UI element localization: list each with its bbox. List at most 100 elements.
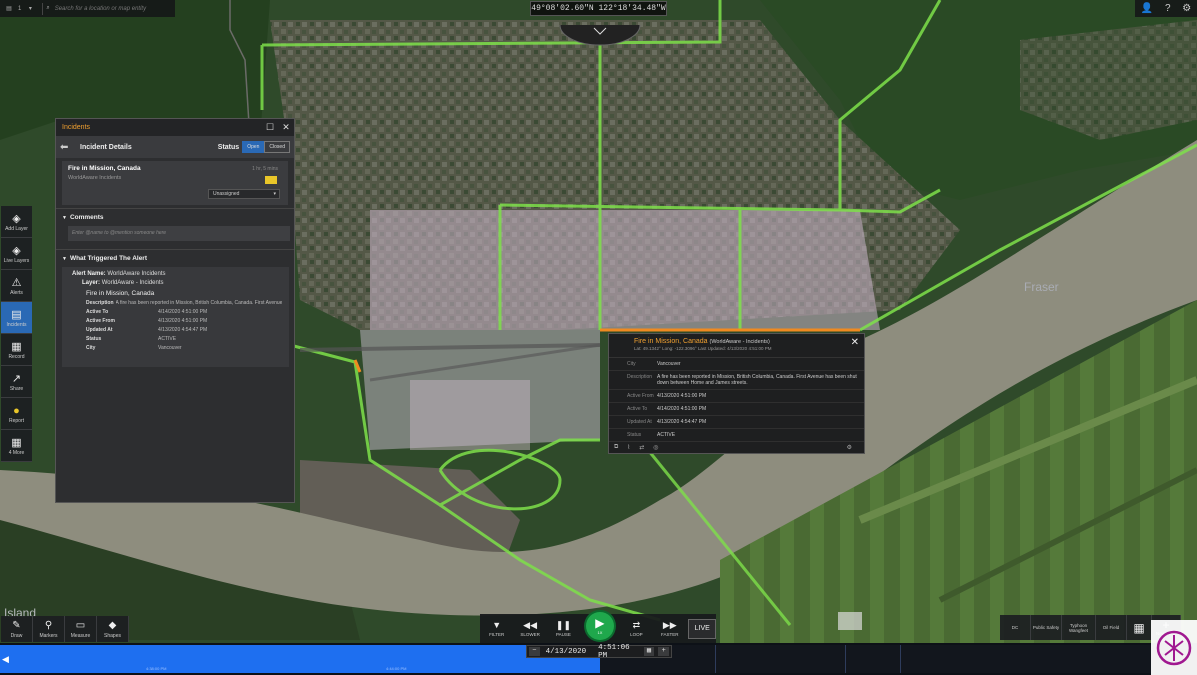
close-icon[interactable]: ✕ [851, 337, 859, 348]
alerts-button[interactable]: ⚠ Alerts [1, 270, 32, 302]
detail-row: Updated At 4/13/2020 4:54:47 PM [86, 327, 208, 333]
chevron-down-icon[interactable]: ▾ [21, 5, 39, 12]
pause-icon: ❚❚ [555, 620, 572, 630]
link-icon[interactable]: ⇄ [639, 444, 644, 451]
assignee-dropdown[interactable]: Unassigned ▾ [208, 189, 280, 199]
triggered-section-header[interactable]: ▼ What Triggered The Alert [56, 249, 294, 267]
incidents-icon: ▤ [11, 309, 22, 321]
detail-row: Active To 4/14/2020 4:51:00 PM [86, 309, 208, 315]
layers-icon[interactable]: ▤ [0, 5, 18, 12]
status-open-toggle[interactable]: Open [242, 141, 265, 153]
pause-button[interactable]: ❚❚ PAUSE [547, 615, 580, 642]
popup-attributes: City Vancouver Description A fire has been… [609, 357, 864, 442]
report-icon: ● [13, 404, 20, 417]
pencil-icon: ✎ [12, 619, 21, 631]
attach-icon[interactable]: ⌇ [627, 444, 630, 451]
coordinate-readout: 49°08'02.60"N 122°18'34.48"W [530, 1, 667, 16]
status-closed-toggle[interactable]: Closed [264, 141, 290, 153]
zoom-in-button[interactable]: + [658, 647, 669, 656]
popup-source: (WorldAware - Incidents) [709, 339, 770, 345]
search-bar: ▤ 1 ▾ ⌕ Search for a location or map ent… [0, 0, 175, 17]
priority-flag-icon[interactable] [265, 176, 277, 184]
incidents-button[interactable]: ▤ Incidents [1, 302, 32, 334]
view-oil-field[interactable]: Oil Field [1096, 615, 1127, 640]
more-grid-icon: ▦ [11, 437, 22, 449]
share-button[interactable]: ↗ Share [1, 366, 32, 398]
brand-logo [1151, 620, 1197, 675]
chevron-left-icon[interactable]: ◀ [2, 654, 9, 665]
popup-meta: Lat: 49.1342° Long: -122.3096° Last Upda… [634, 346, 772, 351]
search-input[interactable]: Search for a location or map entity [50, 6, 175, 12]
timeline-datetime: − 4/13/2020 4:51:06 PM ▦ + [526, 643, 672, 660]
alert-trigger-details: Alert Name: WorldAware Incidents Layer: … [62, 267, 289, 367]
view-dc[interactable]: DC [1000, 615, 1031, 640]
view-public-safety[interactable]: Public Safety [1031, 615, 1062, 640]
popup-title: Fire in Mission, Canada [634, 338, 708, 345]
loop-icon: ⇄ [632, 620, 641, 630]
close-icon[interactable]: ✕ [278, 122, 294, 133]
target-icon[interactable]: ◎ [653, 444, 658, 451]
popup-row: Description A fire has been reported in M… [609, 371, 864, 390]
current-time: 4:51:06 PM [598, 643, 630, 660]
filter-button[interactable]: ▼ FILTER [480, 615, 513, 642]
draw-button[interactable]: ✎ Draw [1, 616, 33, 642]
chevron-down-icon: ▾ [273, 191, 276, 197]
loop-button[interactable]: ⇄ LOOP [620, 615, 653, 642]
popup-row: City Vancouver [609, 358, 864, 371]
maximize-icon[interactable]: ☐ [262, 122, 278, 133]
record-icon: ▦ [11, 341, 22, 353]
live-layers-icon: ◈ [12, 245, 21, 257]
alert-layer: WorldAware - Incidents [101, 280, 164, 286]
help-icon[interactable]: ? [1165, 3, 1171, 14]
timeline-tick: 4:38:00 PM [146, 666, 167, 671]
live-button[interactable]: LIVE [688, 618, 716, 639]
filter-icon: ▼ [492, 620, 502, 630]
incidents-panel: Incidents ☐ ✕ ⬅ Incident Details Status … [55, 118, 295, 503]
shapes-button[interactable]: ◆ Shapes [97, 616, 129, 642]
slower-button[interactable]: ◀◀ SLOWER [513, 615, 546, 642]
incident-details-title: Incident Details [80, 143, 132, 151]
measure-button[interactable]: ▭ Measure [65, 616, 97, 642]
faster-button[interactable]: ▶▶ FASTER [653, 615, 686, 642]
settings-icon[interactable]: ⚙ [1182, 3, 1191, 14]
calendar-icon[interactable]: ▦ [643, 647, 655, 656]
timeline-tick: 4:44:00 PM [386, 666, 407, 671]
user-icon[interactable]: 👤 [1141, 3, 1153, 14]
drawing-toolbar: ✎ Draw ⚲ Markers ▭ Measure ◆ Shapes [1, 616, 129, 642]
panel-title: Incidents [62, 124, 91, 131]
live-layers-button[interactable]: ◈ Live Layers [1, 238, 32, 270]
collapse-triangle-icon: ▼ [62, 256, 67, 262]
timeline-elapsed: ◀ 4:38:00 PM 4:44:00 PM [0, 645, 600, 673]
popup-row: Active From 4/13/2020 4:51:00 PM [609, 390, 864, 403]
popup-row: Updated At 4/13/2020 4:54:47 PM [609, 416, 864, 429]
shapes-icon: ◆ [108, 619, 117, 631]
incident-header: ⬅ Incident Details Status Open Closed [56, 136, 294, 158]
report-button[interactable]: ● Report [1, 398, 32, 430]
fast-forward-icon: ▶▶ [662, 620, 677, 630]
more-tools-button[interactable]: ▦ 4 More [1, 430, 32, 462]
pin-icon: ⚲ [44, 619, 53, 631]
detail-row: Description A fire has been reported in M… [86, 300, 283, 306]
comment-input[interactable]: Enter @name to @mention someone here [68, 226, 290, 241]
copy-icon[interactable]: ⧉ [614, 444, 618, 451]
detail-row: Active From 4/13/2020 4:51:00 PM [86, 318, 208, 324]
zoom-out-button[interactable]: − [529, 647, 540, 656]
views-grid-icon[interactable]: ▦ [1127, 615, 1152, 640]
view-typhoon[interactable]: Typhoon Wangfeet [1062, 615, 1096, 640]
popup-toolbar: ⧉ ⌇ ⇄ ◎ ⚙ [609, 441, 864, 453]
popup-row: Active To 4/14/2020 4:51:00 PM [609, 403, 864, 416]
detail-row: City Vancouver [86, 345, 182, 351]
ruler-icon: ▭ [75, 619, 86, 631]
settings-icon[interactable]: ⚙ [847, 444, 852, 451]
markers-button[interactable]: ⚲ Markers [33, 616, 65, 642]
collapse-triangle-icon: ▼ [62, 215, 67, 221]
alert-name: WorldAware Incidents [107, 271, 166, 277]
incident-source: WorldAware Incidents [68, 175, 122, 181]
back-arrow-icon[interactable]: ⬅ [60, 142, 80, 153]
add-layer-button[interactable]: ◈ Add Layer [1, 206, 32, 238]
comments-section-header[interactable]: ▼ Comments [56, 208, 294, 226]
logo-emblem [1156, 630, 1192, 665]
record-button[interactable]: ▦ Record [1, 334, 32, 366]
play-button[interactable]: ▶ 1X [584, 609, 616, 642]
map-application: Fraser Island ▤ 1 ▾ ⌕ Search for a locat… [0, 0, 1197, 675]
